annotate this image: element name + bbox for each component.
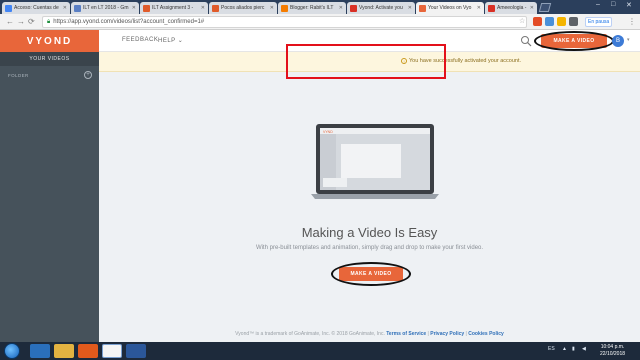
browser-tab-active[interactable]: Your Videos on Vyo ✕ bbox=[416, 2, 484, 14]
close-icon[interactable]: ✕ bbox=[530, 5, 534, 11]
tab-favicon-icon bbox=[488, 4, 495, 12]
tab-favicon-icon bbox=[74, 4, 81, 12]
tab-label: Vyond: Activate you bbox=[359, 5, 403, 11]
terms-link[interactable]: Terms of Service bbox=[386, 331, 426, 337]
help-label: HELP bbox=[158, 38, 176, 44]
tab-favicon-icon bbox=[419, 4, 426, 12]
vyond-logo[interactable]: VYOND bbox=[0, 30, 99, 52]
close-icon[interactable]: ✕ bbox=[201, 5, 205, 11]
annotation-ellipse bbox=[331, 262, 411, 286]
chrome-icon[interactable] bbox=[102, 344, 122, 358]
explorer-icon[interactable] bbox=[54, 344, 74, 358]
avatar[interactable]: B bbox=[612, 35, 624, 47]
laptop-base bbox=[311, 194, 439, 199]
extension-icon[interactable] bbox=[533, 17, 542, 26]
feedback-link[interactable]: FEEDBACK bbox=[122, 37, 158, 43]
main-content: VYND bbox=[99, 72, 640, 342]
forward-icon[interactable]: → bbox=[17, 17, 25, 26]
extension-icon[interactable] bbox=[569, 17, 578, 26]
tab-label: Your Videos on Vyo bbox=[428, 5, 472, 11]
close-icon[interactable]: ✕ bbox=[477, 5, 481, 11]
tab-favicon-icon bbox=[281, 4, 288, 12]
system-clock[interactable]: 10:04 p.m. 22/10/2018 bbox=[600, 344, 625, 358]
tab-label: ILT en LT 2018 - Gm bbox=[83, 5, 129, 11]
tab-favicon-icon bbox=[212, 4, 219, 12]
browser-tab[interactable]: Blogger: Rabit's ILT ✕ bbox=[278, 2, 346, 14]
laptop-brand-text: VYND bbox=[323, 130, 333, 134]
language-indicator[interactable]: ES bbox=[548, 346, 555, 352]
tab-label: Blogger: Rabit's ILT bbox=[290, 5, 334, 11]
new-tab-button[interactable] bbox=[538, 3, 552, 12]
tab-favicon-icon bbox=[350, 4, 357, 12]
windows-taskbar: ES ▲ ▮ ◀ 10:04 p.m. 22/10/2018 bbox=[0, 342, 640, 360]
close-icon[interactable]: ✕ bbox=[339, 5, 343, 11]
clock-date: 22/10/2018 bbox=[600, 351, 626, 357]
laptop-app-bar bbox=[320, 128, 430, 134]
maximize-icon[interactable]: □ bbox=[611, 1, 615, 8]
empty-state-title: Making a Video Is Easy bbox=[301, 225, 438, 240]
tab-label: Acceso: Cuentas de bbox=[14, 5, 59, 11]
browser-tab-strip: Acceso: Cuentas de ✕ ILT en LT 2018 - Gm… bbox=[0, 0, 640, 14]
tab-label: Ameeologia - Did y bbox=[497, 5, 528, 11]
word-icon[interactable] bbox=[126, 344, 146, 358]
privacy-link[interactable]: Privacy Policy bbox=[430, 331, 464, 337]
url-field[interactable]: 🔒︎ https://app.vyond.com/videos/list?acc… bbox=[42, 16, 527, 28]
tray-arrow-icon[interactable]: ▲ bbox=[562, 346, 567, 352]
footer-copyright: Vyond™ is a trademark of GoAnimate, Inc.… bbox=[235, 331, 385, 337]
cookies-link[interactable]: Cookies Policy bbox=[468, 331, 504, 337]
tab-favicon-icon bbox=[143, 4, 150, 12]
browser-tab[interactable]: ILT en LT 2018 - Gm ✕ bbox=[71, 2, 139, 14]
close-icon[interactable]: ✕ bbox=[132, 5, 136, 11]
tab-label: ILT Assignment 3 - bbox=[152, 5, 194, 11]
tab-label: Pocos aliados pierc bbox=[221, 5, 265, 11]
lock-icon: 🔒︎ bbox=[47, 18, 51, 25]
chevron-down-icon: ⌄ bbox=[177, 38, 184, 44]
avatar-caret-icon[interactable]: ▾ bbox=[627, 37, 630, 43]
browser-tab[interactable]: Vyond: Activate you ✕ bbox=[347, 2, 415, 14]
bookmark-star-icon[interactable]: ☆ bbox=[519, 17, 525, 25]
ie-icon[interactable] bbox=[30, 344, 50, 358]
close-icon[interactable]: ✕ bbox=[408, 5, 412, 11]
browser-tab[interactable]: Pocos aliados pierc ✕ bbox=[209, 2, 277, 14]
annotation-red-box bbox=[286, 44, 446, 79]
url-text: https://app.vyond.com/videos/list?accoun… bbox=[53, 19, 205, 25]
close-window-icon[interactable]: ✕ bbox=[626, 1, 632, 9]
kebab-menu-icon[interactable]: ⋮ bbox=[628, 17, 636, 26]
add-folder-icon[interactable]: + bbox=[84, 71, 92, 79]
laptop-canvas bbox=[341, 144, 401, 178]
reload-icon[interactable]: ⟳ bbox=[28, 17, 35, 26]
extension-icon[interactable] bbox=[545, 17, 554, 26]
laptop-illustration: VYND bbox=[311, 124, 439, 199]
annotation-ellipse bbox=[534, 31, 614, 51]
clock-time: 10:04 p.m. bbox=[600, 344, 625, 350]
browser-tab[interactable]: Ameeologia - Did y ✕ bbox=[485, 2, 537, 14]
empty-state-subtitle: With pre-built templates and animation, … bbox=[255, 245, 484, 251]
back-icon[interactable]: ← bbox=[6, 17, 14, 26]
footer: Vyond™ is a trademark of GoAnimate, Inc.… bbox=[235, 331, 504, 337]
minimize-icon[interactable]: – bbox=[596, 1, 600, 8]
volume-icon[interactable]: ◀ bbox=[582, 346, 586, 352]
laptop-timeline bbox=[323, 178, 347, 187]
close-icon[interactable]: ✕ bbox=[63, 5, 67, 11]
network-icon[interactable]: ▮ bbox=[572, 346, 575, 352]
tab-favicon-icon bbox=[5, 4, 12, 12]
browser-tab[interactable]: ILT Assignment 3 - ✕ bbox=[140, 2, 208, 14]
media-player-icon[interactable] bbox=[78, 344, 98, 358]
search-icon[interactable] bbox=[520, 35, 532, 47]
help-menu[interactable]: HELP ⌄ bbox=[158, 37, 183, 44]
close-icon[interactable]: ✕ bbox=[270, 5, 274, 11]
start-button[interactable] bbox=[4, 343, 20, 359]
address-bar: ← → ⟳ 🔒︎ https://app.vyond.com/videos/li… bbox=[0, 14, 640, 30]
extension-icon[interactable] bbox=[557, 17, 566, 26]
browser-tab[interactable]: Acceso: Cuentas de ✕ bbox=[2, 2, 70, 14]
profile-chip[interactable]: En pausa bbox=[585, 17, 613, 27]
sidebar-item-your-videos[interactable]: YOUR VIDEOS bbox=[0, 52, 99, 66]
sidebar: YOUR VIDEOS FOLDER + bbox=[0, 52, 99, 342]
